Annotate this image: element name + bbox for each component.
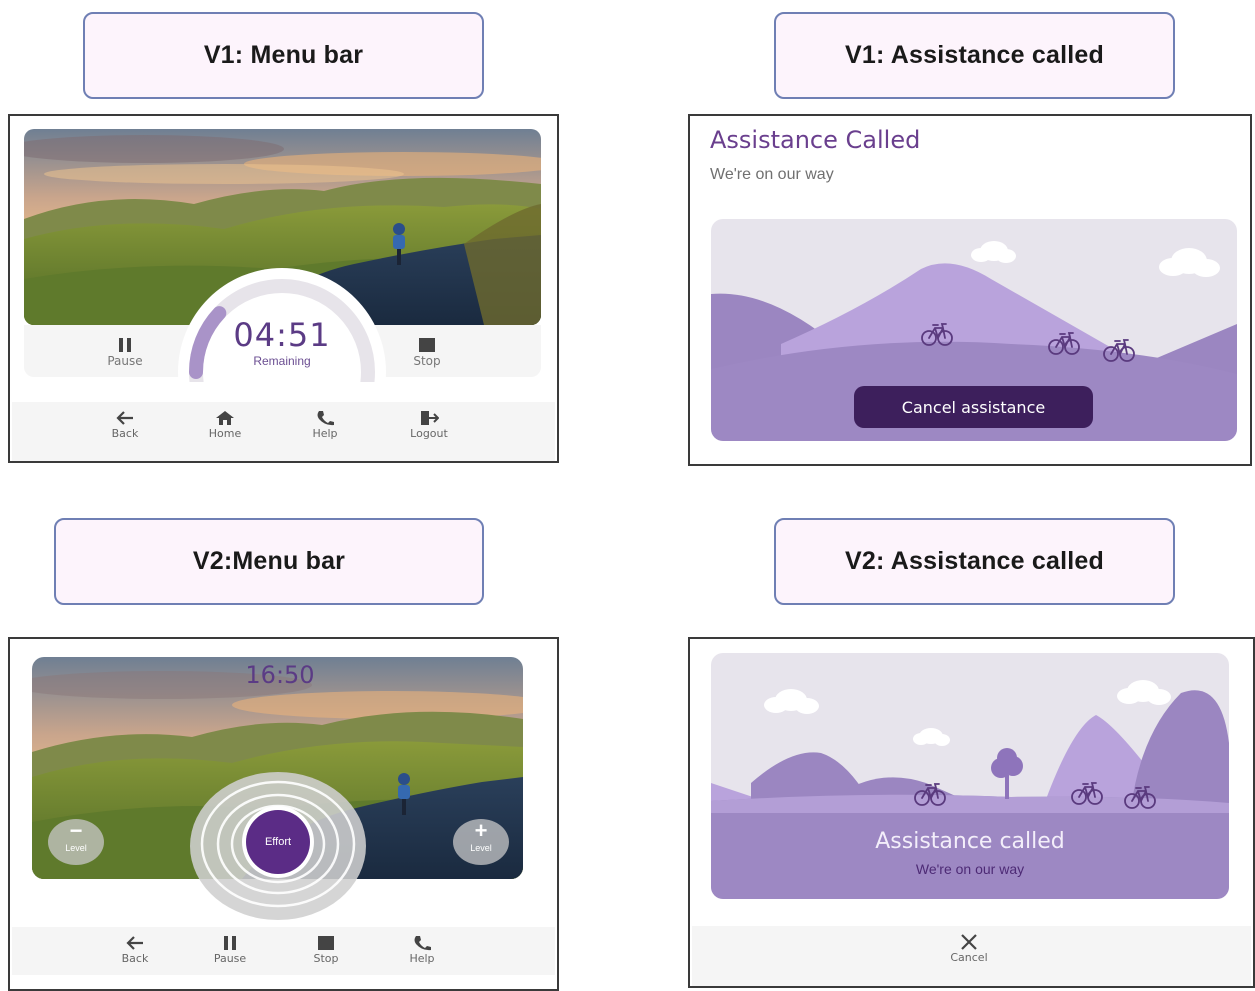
label-v1-menu-bar: V1: Menu bar bbox=[83, 12, 484, 99]
v1-menu-screen: Pause Stop 04:51 Remaining Back Home Hel… bbox=[8, 114, 559, 463]
nav-pause-label: Pause bbox=[213, 952, 247, 965]
nav-pause[interactable]: Pause bbox=[195, 935, 265, 965]
nav-help[interactable]: Help bbox=[387, 935, 457, 965]
nav-home[interactable]: Home bbox=[190, 410, 260, 440]
label-v2-assistance-called: V2: Assistance called bbox=[774, 518, 1175, 605]
minus-icon: − bbox=[69, 818, 83, 843]
cancel-button[interactable]: Cancel bbox=[934, 934, 1004, 964]
session-time: 16:50 bbox=[245, 661, 315, 689]
v2-nav-bar bbox=[12, 927, 555, 975]
cancel-assistance-button[interactable]: Cancel assistance bbox=[854, 386, 1093, 428]
nav-help[interactable]: Help bbox=[290, 410, 360, 440]
effort-label: Effort bbox=[264, 836, 292, 848]
nav-back-label: Back bbox=[111, 427, 139, 440]
level-down-button[interactable]: − Level bbox=[48, 819, 104, 865]
assistance-title: Assistance Called bbox=[710, 126, 921, 154]
v2-assistance-screen: Assistance called We're on our way Cance… bbox=[688, 637, 1255, 988]
level-up-label: Level bbox=[470, 843, 492, 853]
pause-label: Pause bbox=[107, 354, 143, 368]
stop-label: Stop bbox=[413, 354, 441, 368]
stop-button[interactable]: Stop bbox=[387, 337, 467, 368]
pause-button[interactable]: Pause bbox=[85, 337, 165, 368]
level-down-label: Level bbox=[65, 843, 87, 853]
assistance-called-title: Assistance called bbox=[875, 829, 1065, 854]
nav-help-label: Help bbox=[409, 952, 435, 965]
back-arrow-icon bbox=[126, 936, 143, 950]
timer-remaining-label: Remaining bbox=[253, 354, 311, 368]
level-up-button[interactable]: + Level bbox=[453, 819, 509, 865]
assistance-subtitle: We're on our way bbox=[710, 166, 834, 183]
home-icon bbox=[216, 411, 234, 425]
nav-back[interactable]: Back bbox=[90, 410, 160, 440]
close-icon bbox=[961, 934, 977, 950]
phone-icon bbox=[414, 936, 431, 951]
v1-assistance-screen: Assistance Called We're on our way Cance… bbox=[688, 114, 1252, 466]
v2-menu-screen: 16:50 − Level + Level Effort Back Pause … bbox=[8, 637, 559, 991]
label-v2-menu-bar: V2:Menu bar bbox=[54, 518, 484, 605]
pause-icon bbox=[224, 936, 236, 950]
phone-icon bbox=[317, 411, 334, 426]
logout-icon bbox=[421, 411, 439, 425]
nav-back[interactable]: Back bbox=[100, 935, 170, 965]
back-arrow-icon bbox=[116, 411, 133, 425]
nav-logout-label: Logout bbox=[410, 427, 448, 440]
stop-icon bbox=[318, 936, 334, 950]
nav-help-label: Help bbox=[312, 427, 338, 440]
pause-icon bbox=[119, 338, 131, 352]
nav-logout[interactable]: Logout bbox=[394, 410, 464, 440]
stop-icon bbox=[419, 338, 435, 352]
nav-home-label: Home bbox=[208, 427, 242, 440]
label-v1-assistance-called: V1: Assistance called bbox=[774, 12, 1175, 99]
plus-icon: + bbox=[474, 818, 488, 843]
nav-stop-label: Stop bbox=[313, 952, 339, 965]
nav-back-label: Back bbox=[121, 952, 149, 965]
timer-value: 04:51 bbox=[233, 316, 331, 354]
assistance-called-subtitle: We're on our way bbox=[915, 861, 1025, 877]
nav-stop[interactable]: Stop bbox=[291, 935, 361, 965]
cancel-label: Cancel bbox=[950, 951, 988, 964]
